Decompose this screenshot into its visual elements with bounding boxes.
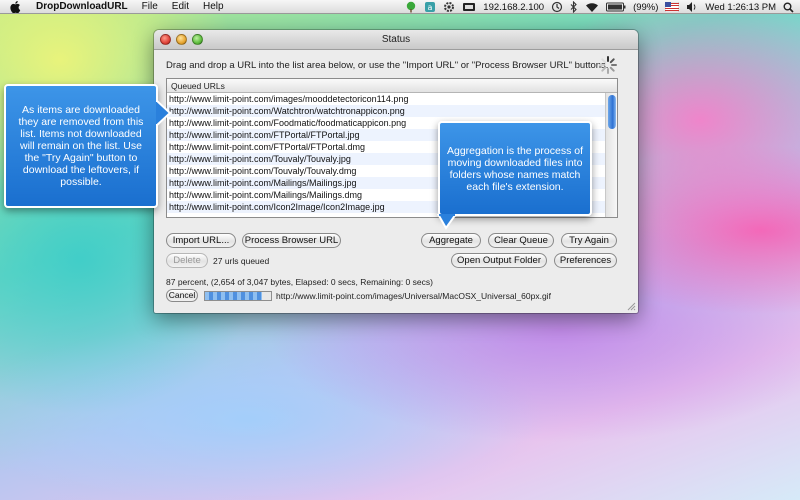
delete-button[interactable]: Delete	[166, 253, 208, 268]
list-column-header[interactable]: Queued URLs	[167, 79, 617, 93]
queue-count: 27 urls queued	[213, 256, 270, 266]
instructions-text: Drag and drop a URL into the list area b…	[166, 60, 609, 71]
minimize-window-button[interactable]	[176, 34, 187, 45]
progress-fill	[205, 292, 263, 300]
list-item[interactable]: http://www.limit-point.com/Watchtron/wat…	[167, 105, 605, 117]
battery-percent: (99%)	[633, 1, 659, 13]
list-scrollbar[interactable]	[605, 93, 617, 217]
close-window-button[interactable]	[160, 34, 171, 45]
volume-icon[interactable]	[686, 1, 698, 13]
svg-text:a: a	[428, 3, 433, 12]
open-output-folder-button[interactable]: Open Output Folder	[451, 253, 547, 268]
help-callout-aggregate-text: Aggregation is the process of moving dow…	[447, 144, 583, 193]
battery-icon[interactable]	[606, 1, 626, 13]
tree-icon[interactable]	[405, 1, 417, 13]
time-machine-icon[interactable]	[551, 1, 563, 13]
bluetooth-icon[interactable]	[570, 1, 578, 13]
translate-icon[interactable]: a	[424, 1, 436, 13]
download-progress-bar	[204, 291, 272, 301]
try-again-button[interactable]: Try Again	[561, 233, 617, 248]
process-browser-url-button[interactable]: Process Browser URL	[242, 233, 341, 248]
clear-queue-button[interactable]: Clear Queue	[488, 233, 554, 248]
help-callout-list: As items are downloaded they are removed…	[4, 84, 158, 208]
resize-grip-icon[interactable]	[627, 302, 636, 311]
download-status-text: 87 percent, (2,654 of 3,047 bytes, Elaps…	[166, 277, 433, 287]
preferences-button[interactable]: Preferences	[554, 253, 617, 268]
edit-menu[interactable]: Edit	[172, 1, 189, 12]
activity-spinner-icon	[599, 56, 617, 74]
scrollbar-thumb[interactable]	[608, 95, 616, 129]
ip-address: 192.168.2.100	[483, 1, 545, 13]
menu-bar: DropDownloadURL File Edit Help a 192.168…	[0, 0, 800, 14]
apple-menu-icon[interactable]	[10, 0, 22, 13]
callout-pointer-icon	[156, 100, 172, 126]
import-url-button[interactable]: Import URL...	[166, 233, 236, 248]
network-icon[interactable]	[462, 1, 476, 13]
clock[interactable]: Wed 1:26:13 PM	[705, 2, 776, 13]
callout-pointer-icon	[436, 214, 458, 230]
zoom-window-button[interactable]	[192, 34, 203, 45]
aggregate-button[interactable]: Aggregate	[421, 233, 481, 248]
gear-icon[interactable]	[443, 1, 455, 13]
status-menus: a 192.168.2.100 (99%) Wed 1:26:13 PM	[405, 0, 794, 14]
window-titlebar[interactable]: Status	[154, 30, 638, 50]
help-callout-aggregate: Aggregation is the process of moving dow…	[438, 121, 592, 216]
help-callout-list-text: As items are downloaded they are removed…	[18, 104, 144, 188]
window-title: Status	[381, 34, 411, 45]
wifi-icon[interactable]	[585, 1, 599, 13]
window-controls	[160, 34, 203, 45]
app-menu[interactable]: DropDownloadURL	[36, 1, 128, 12]
file-menu[interactable]: File	[142, 1, 158, 12]
current-download-url: http://www.limit-point.com/images/Univer…	[276, 291, 551, 301]
cancel-button[interactable]: Cancel	[166, 289, 198, 302]
list-item[interactable]: http://www.limit-point.com/images/moodde…	[167, 93, 605, 105]
help-menu[interactable]: Help	[203, 1, 224, 12]
flag-icon[interactable]	[665, 1, 680, 13]
spotlight-search-icon[interactable]	[783, 1, 794, 13]
